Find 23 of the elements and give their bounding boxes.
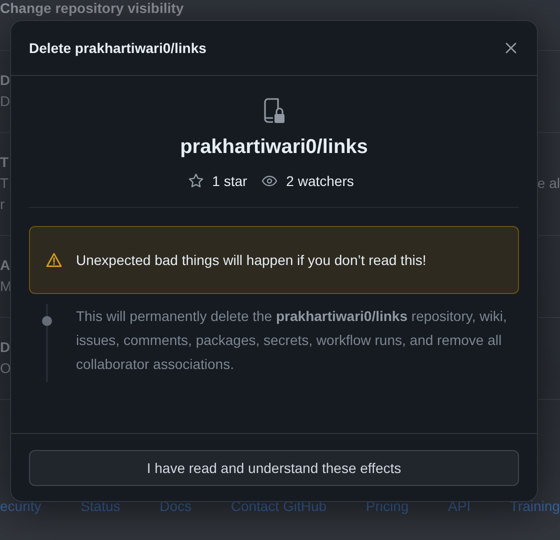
effect-text: This will permanently delete the prakhartiwari0/links repository, wiki, issues, comments, packages, secrets, workflow runs, and remove all collaborator associations. (76, 307, 508, 374)
warning-icon (46, 252, 62, 268)
section-description: T (0, 174, 9, 193)
warning-text: Unexpected bad things will happen if you don’t read this! (76, 252, 426, 268)
section-title: D (0, 71, 10, 90)
stat-label: 2 watchers (286, 173, 354, 189)
section-description: O (0, 359, 11, 378)
section-title: A (0, 256, 10, 275)
section-description: e al (537, 174, 560, 193)
eye-icon (261, 173, 278, 189)
section-description: r (0, 195, 5, 214)
section-description: D (0, 92, 10, 111)
confirm-button[interactable]: I have read and understand these effects (29, 450, 519, 486)
close-icon[interactable] (503, 40, 519, 56)
section-title: Change repository visibility (0, 0, 184, 18)
stat-label: 1 star (212, 173, 248, 189)
section-title: T (0, 153, 9, 172)
bullet-icon (42, 316, 52, 326)
section-title: D (0, 338, 10, 357)
locked-repo-icon (262, 98, 286, 124)
star-icon (188, 173, 204, 189)
dialog-title: Delete prakhartiwari0/links (29, 40, 206, 56)
repository-name: prakhartiwari0/links (180, 135, 368, 160)
